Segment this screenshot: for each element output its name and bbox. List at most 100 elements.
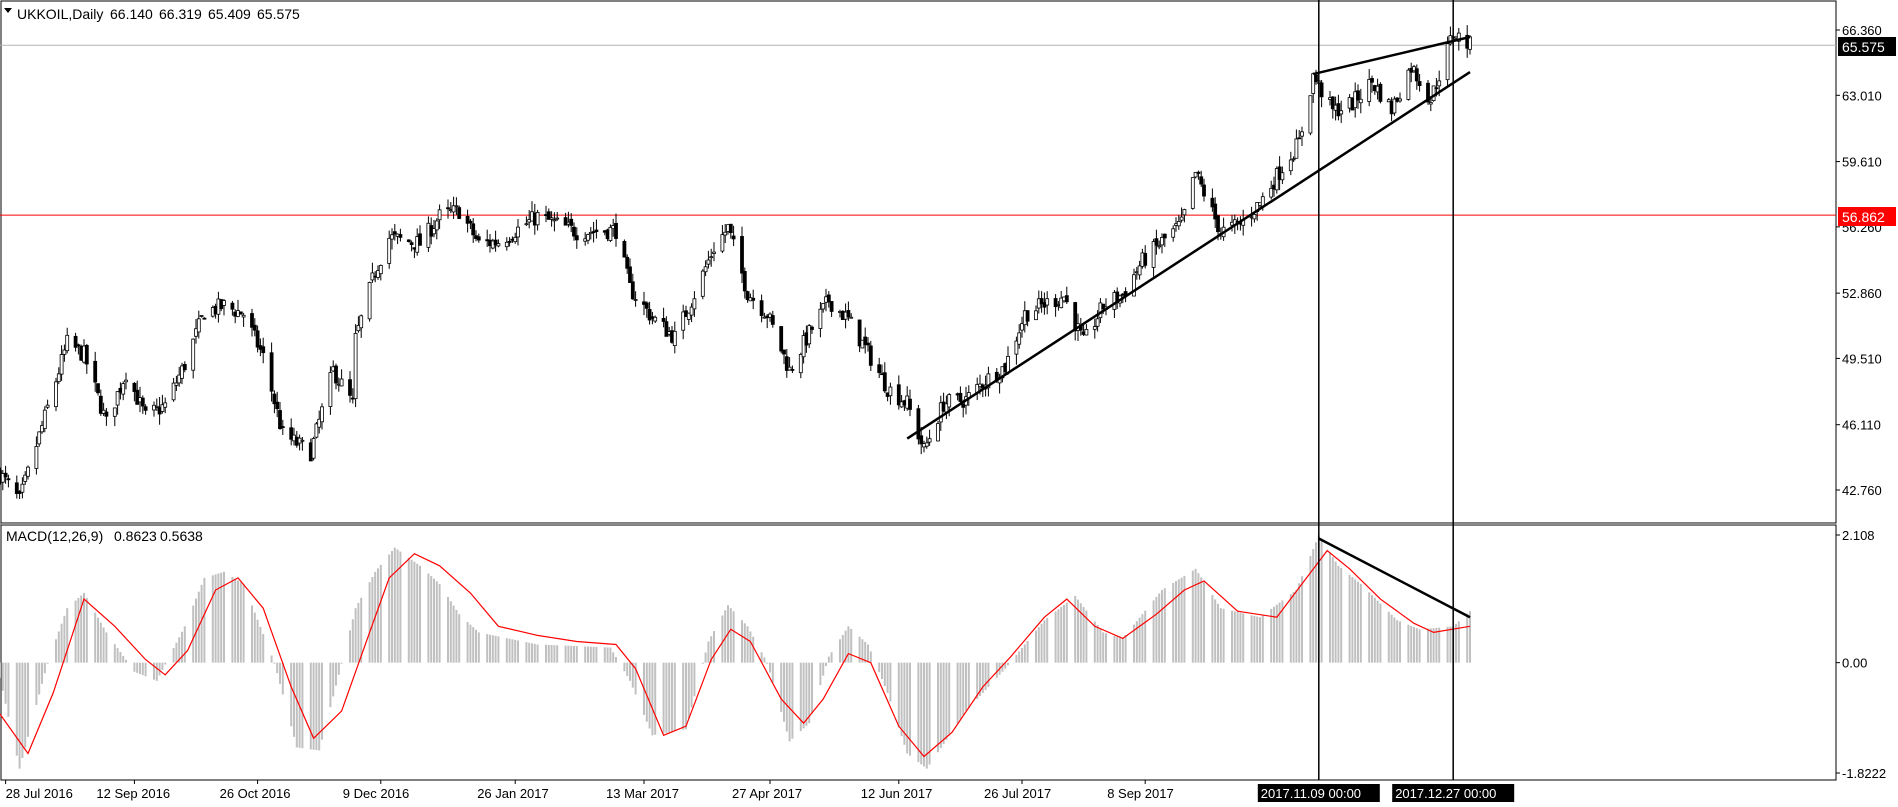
macd-histogram-bar	[1379, 603, 1382, 663]
macd-histogram-bar	[1037, 627, 1040, 663]
candle-body	[731, 235, 736, 240]
macd-histogram-bar	[1026, 641, 1029, 663]
macd-histogram-bar	[1449, 626, 1452, 663]
macd-histogram-bar	[1259, 617, 1261, 663]
macd-histogram-bar	[909, 662, 911, 756]
candle-body	[751, 297, 756, 301]
macd-histogram-bar	[1289, 594, 1292, 663]
price-axis-label: 66.360	[1842, 23, 1882, 38]
macd-histogram-bar	[553, 645, 556, 663]
macd-histogram-bar	[1163, 588, 1166, 663]
candle-body	[202, 317, 207, 320]
candle-body	[348, 379, 352, 396]
price-axis-label: 49.510	[1842, 351, 1882, 366]
macd-histogram-bar	[928, 662, 931, 765]
macd-histogram-bar	[281, 662, 284, 695]
macd-histogram-bar	[1099, 628, 1102, 663]
macd-histogram-bar	[841, 634, 844, 663]
macd-histogram-bar	[615, 657, 617, 663]
ohlc-high: 66.319	[159, 6, 202, 22]
macd-histogram-bar	[371, 577, 374, 663]
candle-body	[1017, 332, 1022, 345]
candle-body	[1171, 228, 1176, 238]
macd-histogram-bar	[158, 662, 161, 676]
candle-body	[720, 234, 725, 252]
resistance-price-label: 56.862	[1842, 209, 1885, 225]
candle-body	[275, 401, 280, 410]
candle-body	[1143, 252, 1148, 266]
candle-body	[692, 298, 697, 310]
macd-signal-value: 0.5638	[160, 528, 203, 544]
macd-histogram-bar	[94, 612, 97, 663]
macd-histogram-bar	[43, 662, 46, 674]
macd-histogram-bar	[505, 638, 508, 663]
pane-separator[interactable]	[0, 523, 1836, 525]
candle-body	[1154, 238, 1159, 246]
candle-body	[191, 338, 196, 371]
candle-body	[84, 344, 89, 365]
macd-histogram-bar	[1060, 607, 1063, 663]
macd-histogram-bar	[161, 662, 164, 670]
macd-histogram-bar	[407, 557, 410, 663]
candle-body	[390, 234, 394, 240]
macd-histogram-bar	[1155, 596, 1158, 663]
macd-histogram-bar	[494, 635, 497, 663]
candle-body	[378, 265, 383, 275]
macd-histogram-bar	[923, 662, 925, 767]
macd-histogram-bar	[603, 647, 606, 663]
candle-body	[513, 237, 518, 243]
candle-body	[524, 223, 529, 226]
candle-body	[709, 256, 714, 259]
macd-histogram-bar	[1301, 576, 1303, 663]
macd-histogram-bar	[251, 605, 253, 663]
macd-histogram-bar	[528, 642, 531, 663]
candle-body	[1406, 69, 1411, 100]
macd-histogram-bar	[1211, 595, 1214, 663]
macd-histogram-bar	[77, 598, 80, 663]
macd-histogram-bar	[239, 582, 242, 663]
candle-body	[1006, 356, 1010, 374]
candle-body	[476, 236, 481, 241]
macd-histogram-bar	[133, 662, 136, 672]
macd-histogram-bar	[24, 662, 27, 748]
macd-histogram-bar	[413, 561, 416, 663]
candle-body	[633, 299, 638, 301]
macd-histogram-bar	[435, 581, 438, 663]
candle-body	[706, 259, 711, 265]
candle-body	[790, 369, 795, 371]
macd-histogram-bar	[301, 662, 304, 749]
macd-histogram-bar	[83, 593, 85, 663]
macd-histogram-bar	[830, 652, 833, 663]
candle-body	[908, 398, 912, 410]
candle-body	[569, 218, 574, 226]
candle-body	[278, 410, 282, 430]
macd-histogram-bar	[491, 635, 494, 663]
macd-histogram-bar	[1054, 611, 1057, 663]
candle-body	[255, 330, 260, 348]
candle-body	[630, 281, 635, 300]
macd-histogram-bar	[1435, 627, 1438, 663]
macd-histogram-bar	[606, 647, 609, 663]
candle-body	[222, 300, 226, 306]
macd-histogram-bar	[788, 662, 791, 742]
macd-histogram-bar	[511, 639, 514, 663]
macd-histogram-bar	[1359, 583, 1362, 663]
chart-area[interactable]: 66.36063.01059.61056.26052.86049.51046.1…	[0, 0, 1898, 807]
macd-histogram-bar	[419, 565, 421, 663]
macd-histogram-bar	[867, 644, 869, 663]
candle-body	[1300, 131, 1304, 137]
macd-histogram-bar	[668, 662, 671, 733]
macd-histogram-bar	[1429, 628, 1432, 663]
candle-body	[1319, 82, 1324, 98]
time-axis-label: 26 Oct 2016	[220, 786, 291, 801]
macd-histogram-bar	[693, 662, 696, 697]
macd-histogram-bar	[1043, 620, 1046, 663]
macd-histogram-bar	[1015, 654, 1018, 663]
candle-body	[418, 233, 422, 246]
candle-body	[1064, 295, 1069, 303]
candle-body	[1294, 138, 1299, 159]
candle-body	[269, 352, 274, 392]
macd-histogram-bar	[1368, 592, 1371, 663]
macd-histogram-bar	[564, 645, 567, 663]
candle-body	[927, 438, 932, 443]
